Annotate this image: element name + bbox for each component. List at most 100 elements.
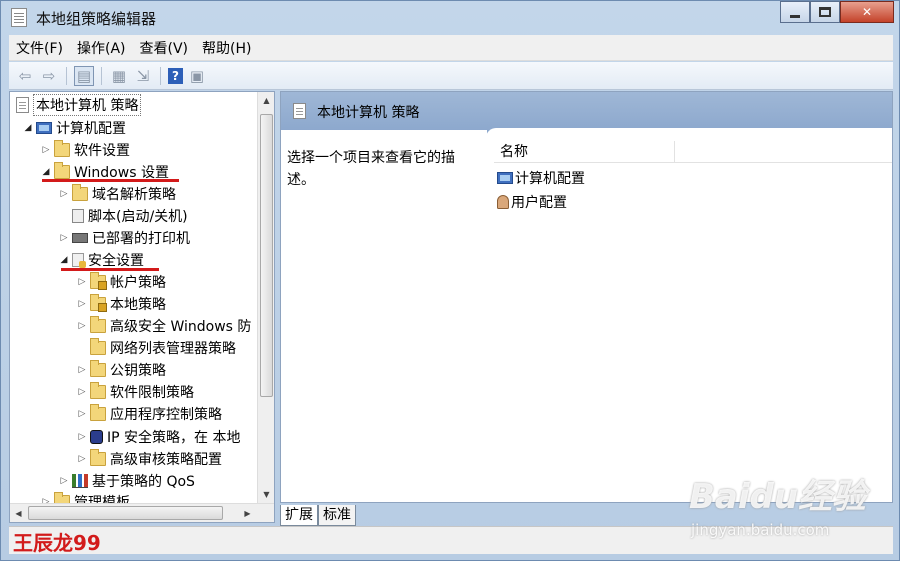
expand-arrow-icon[interactable]: ▷: [76, 299, 88, 309]
menu-action[interactable]: 操作(A): [70, 38, 133, 58]
script-icon: [72, 209, 84, 223]
show-action-pane-icon[interactable]: ▣: [187, 66, 207, 86]
folder-icon: [90, 404, 106, 421]
tree-item-policy-based-qos[interactable]: ▷ 基于策略的 QoS: [58, 470, 195, 492]
list-item-computer-config[interactable]: 计算机配置: [497, 167, 585, 189]
red-underline-annotation: [61, 268, 159, 271]
header-tab-edge: [281, 130, 487, 140]
expand-arrow-icon[interactable]: ▷: [76, 277, 88, 287]
collapse-arrow-icon[interactable]: ◢: [22, 123, 34, 133]
expand-arrow-icon[interactable]: ▷: [76, 387, 88, 397]
tree-item-local-policies[interactable]: ▷ 本地策略: [76, 293, 166, 315]
properties-icon[interactable]: ▦: [109, 66, 129, 86]
tree-item-computer-config[interactable]: ◢ 计算机配置: [22, 117, 126, 139]
folder-icon: [90, 382, 106, 399]
security-settings-icon: [72, 253, 86, 268]
close-icon: ✕: [861, 5, 873, 19]
red-underline-annotation: [42, 179, 179, 182]
tree-item-label: 基于策略的 QoS: [92, 474, 195, 490]
policy-document-icon: [293, 103, 306, 119]
collapse-arrow-icon[interactable]: ◢: [58, 255, 70, 265]
tree-item-account-policies[interactable]: ▷ 帐户策略: [76, 271, 166, 293]
show-hide-tree-icon[interactable]: ▤: [74, 65, 94, 86]
tree-item-label: 应用程序控制策略: [110, 407, 222, 423]
help-icon[interactable]: ?: [168, 67, 183, 84]
scrollbar-thumb[interactable]: [260, 114, 273, 397]
tree-item-application-control[interactable]: ▷ 应用程序控制策略: [76, 403, 222, 425]
description-text: 选择一个项目来查看它的描述。: [287, 150, 455, 188]
locked-folder-icon: [90, 272, 107, 290]
tree-item-scripts[interactable]: 脚本(启动/关机): [58, 205, 188, 227]
tree-horizontal-scrollbar[interactable]: ◀ ▶: [10, 503, 274, 522]
expand-arrow-icon[interactable]: ▷: [58, 189, 70, 199]
folder-icon: [90, 316, 106, 333]
tree-item-label: 本地计算机 策略: [33, 94, 142, 116]
tree-item-label: IP 安全策略，在 本地: [107, 430, 241, 446]
tree-item-label: 本地策略: [110, 297, 166, 313]
policy-document-icon: [11, 8, 27, 27]
toolbar: ⇦ ⇨ ▤ ▦ ⇲ ? ▣: [9, 62, 893, 90]
tree-item-software-restriction[interactable]: ▷ 软件限制策略: [76, 381, 194, 403]
tree-item-root[interactable]: 本地计算机 策略: [14, 94, 142, 116]
title-bar[interactable]: 本地组策略编辑器 ✕: [1, 1, 899, 35]
tree-item-windows-firewall[interactable]: ▷ 高级安全 Windows 防: [76, 315, 251, 337]
expand-arrow-icon[interactable]: ▷: [40, 145, 52, 155]
expand-arrow-icon[interactable]: ▷: [58, 233, 70, 243]
tree-item-label: 高级审核策略配置: [110, 452, 222, 468]
user-icon: [497, 195, 509, 209]
tree-item-advanced-audit[interactable]: ▷ 高级审核策略配置: [76, 448, 222, 470]
back-arrow-icon[interactable]: ⇦: [15, 66, 35, 86]
expand-arrow-icon[interactable]: ▷: [76, 321, 88, 331]
tree-vertical-scrollbar[interactable]: ▲ ▼: [257, 92, 274, 503]
folder-icon: [90, 449, 106, 466]
forward-arrow-icon[interactable]: ⇨: [39, 66, 59, 86]
expand-arrow-icon[interactable]: ▷: [76, 365, 88, 375]
baidu-watermark-url: jingyan.baidu.com: [691, 521, 830, 539]
expand-arrow-icon[interactable]: ▷: [76, 454, 88, 464]
toolbar-separator: [160, 66, 161, 85]
expand-arrow-icon[interactable]: ▷: [76, 409, 88, 419]
scroll-down-arrow-icon[interactable]: ▼: [258, 486, 274, 503]
menu-view[interactable]: 查看(V): [133, 38, 196, 58]
tree-pane[interactable]: 本地计算机 策略 ◢ 计算机配置 ▷ 软件设置 ◢ Windows 设置 ▷ 域…: [9, 91, 275, 523]
tree-item-public-key-policies[interactable]: ▷ 公钥策略: [76, 359, 166, 381]
list-item-label: 用户配置: [511, 195, 567, 211]
scroll-right-arrow-icon[interactable]: ▶: [239, 504, 256, 522]
author-signature: 王辰龙99: [13, 531, 101, 555]
minimize-button[interactable]: [780, 1, 810, 23]
header-tab-edge: [486, 128, 892, 140]
details-title: 本地计算机 策略: [317, 105, 420, 121]
folder-icon: [90, 360, 106, 377]
computer-icon: [497, 172, 513, 184]
close-button[interactable]: ✕: [840, 1, 894, 23]
column-header-name[interactable]: 名称: [494, 141, 675, 162]
expand-arrow-icon[interactable]: ▷: [76, 432, 88, 442]
tree-item-software-settings[interactable]: ▷ 软件设置: [40, 139, 130, 161]
ip-security-icon: [90, 430, 103, 444]
gpedit-window: 本地组策略编辑器 ✕ 文件(F) 操作(A) 查看(V) 帮助(H) ⇦ ⇨ ▤…: [0, 0, 900, 561]
list-item-user-config[interactable]: 用户配置: [497, 191, 567, 213]
scroll-left-arrow-icon[interactable]: ◀: [10, 504, 27, 522]
tab-standard[interactable]: 标准: [318, 505, 356, 526]
scroll-up-arrow-icon[interactable]: ▲: [258, 92, 274, 109]
tree-item-deployed-printers[interactable]: ▷ 已部署的打印机: [58, 227, 190, 249]
list-header: 名称: [494, 141, 892, 163]
tree-item-label: 公钥策略: [110, 363, 166, 379]
tree-item-ip-security[interactable]: ▷ IP 安全策略，在 本地: [76, 426, 240, 448]
bar-chart-icon: [72, 474, 88, 488]
menu-file[interactable]: 文件(F): [9, 38, 70, 58]
details-pane: 本地计算机 策略 选择一个项目来查看它的描述。 名称 计算机配置 用户配置: [280, 91, 893, 503]
tree-item-label: 计算机配置: [56, 121, 126, 137]
policy-document-icon: [16, 97, 29, 113]
tree-item-network-list-manager[interactable]: 网络列表管理器策略: [76, 337, 236, 359]
export-list-icon[interactable]: ⇲: [133, 66, 153, 86]
maximize-button[interactable]: [810, 1, 840, 23]
collapse-arrow-icon[interactable]: ◢: [40, 167, 52, 177]
tree-item-name-resolution-policy[interactable]: ▷ 域名解析策略: [58, 183, 176, 205]
folder-icon: [54, 162, 70, 179]
expand-arrow-icon[interactable]: ▷: [58, 476, 70, 486]
scrollbar-thumb[interactable]: [28, 506, 223, 520]
tab-extended[interactable]: 扩展: [280, 505, 318, 526]
minimize-icon: [790, 14, 800, 18]
menu-help[interactable]: 帮助(H): [195, 38, 258, 58]
